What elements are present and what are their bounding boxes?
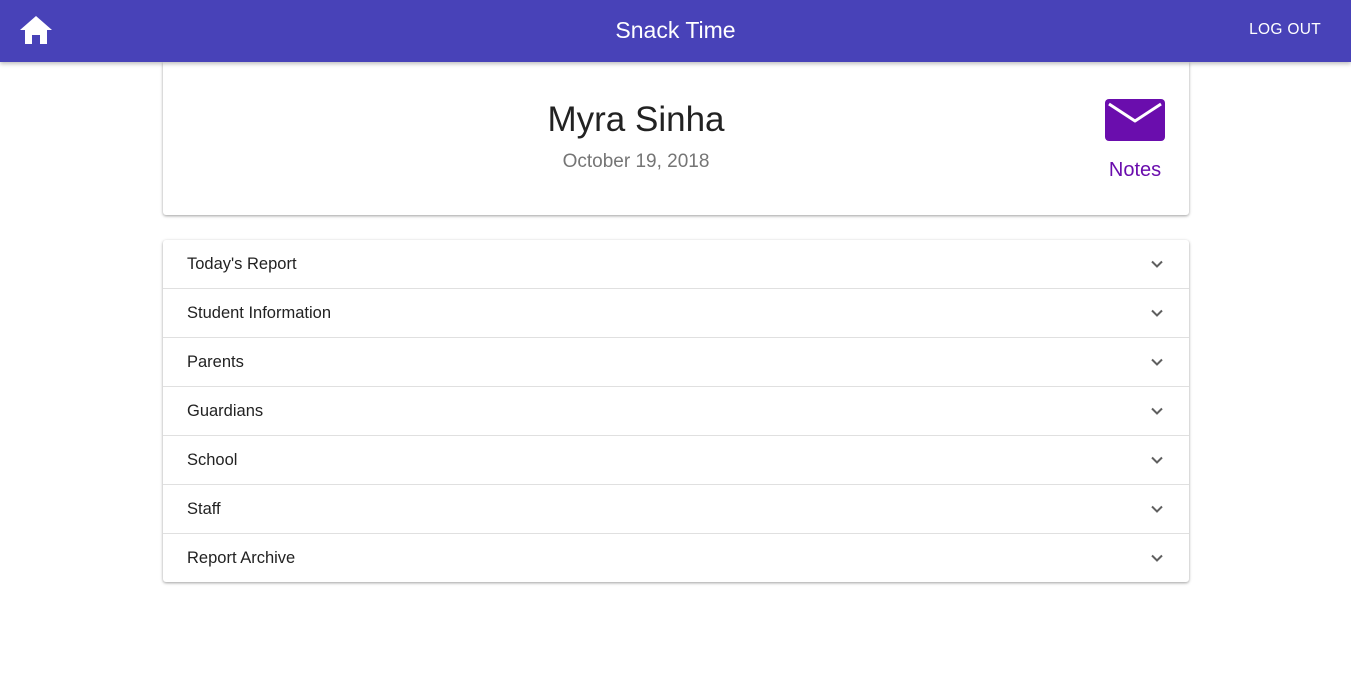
section-label: Staff xyxy=(187,500,221,518)
chevron-down-icon xyxy=(1151,505,1163,513)
envelope-icon xyxy=(1105,99,1165,141)
section-label: School xyxy=(187,451,238,469)
chevron-down-icon xyxy=(1151,358,1163,366)
section-report-archive[interactable]: Report Archive xyxy=(163,533,1189,582)
student-sections-accordion: Today's Report Student Information Paren… xyxy=(163,240,1189,582)
section-label: Today's Report xyxy=(187,255,297,273)
section-staff[interactable]: Staff xyxy=(163,484,1189,533)
chevron-down-icon xyxy=(1151,309,1163,317)
section-label: Student Information xyxy=(187,304,332,322)
notes-label: Notes xyxy=(1108,159,1162,181)
home-button[interactable] xyxy=(16,12,56,48)
chevron-down-icon xyxy=(1151,554,1163,562)
chevron-down-icon xyxy=(1151,260,1163,268)
app-title: Snack Time xyxy=(615,17,736,43)
notes-button[interactable]: Notes xyxy=(1093,96,1177,188)
student-name: Myra Sinha xyxy=(547,100,725,139)
report-date: October 19, 2018 xyxy=(562,151,710,172)
home-icon xyxy=(20,16,52,44)
section-label: Report Archive xyxy=(187,549,296,567)
section-parents[interactable]: Parents xyxy=(163,337,1189,386)
section-student-information[interactable]: Student Information xyxy=(163,288,1189,337)
chevron-down-icon xyxy=(1151,456,1163,464)
logout-button[interactable]: LOG OUT xyxy=(1249,17,1321,43)
app-bar: Snack Time LOG OUT xyxy=(0,0,1351,62)
section-school[interactable]: School xyxy=(163,435,1189,484)
chevron-down-icon xyxy=(1151,407,1163,415)
section-todays-report[interactable]: Today's Report xyxy=(163,240,1189,288)
section-label: Parents xyxy=(187,353,244,371)
section-guardians[interactable]: Guardians xyxy=(163,386,1189,435)
student-profile-card: Myra Sinha October 19, 2018 Notes xyxy=(163,62,1189,215)
section-label: Guardians xyxy=(187,402,264,420)
